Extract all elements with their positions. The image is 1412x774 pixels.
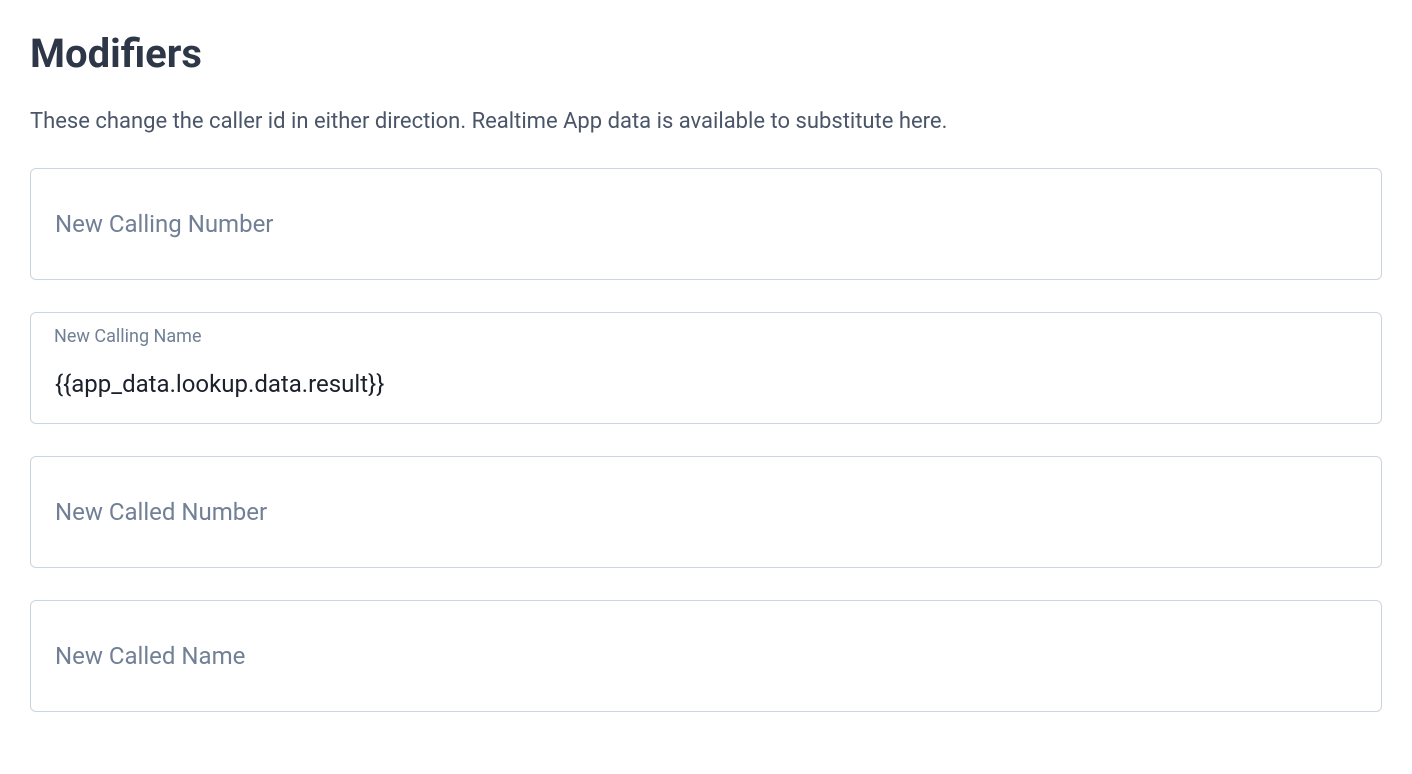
new-called-name-input[interactable] xyxy=(30,600,1382,712)
new-calling-number-input[interactable] xyxy=(30,168,1382,280)
field-new-called-number xyxy=(30,456,1382,568)
page-title: Modifiers xyxy=(30,30,1382,77)
field-new-calling-name: New Calling Name xyxy=(30,312,1382,424)
new-called-number-input[interactable] xyxy=(30,456,1382,568)
field-new-calling-number xyxy=(30,168,1382,280)
field-new-called-name xyxy=(30,600,1382,712)
page-description: These change the caller id in either dir… xyxy=(30,105,1382,138)
new-calling-name-input[interactable] xyxy=(30,312,1382,424)
